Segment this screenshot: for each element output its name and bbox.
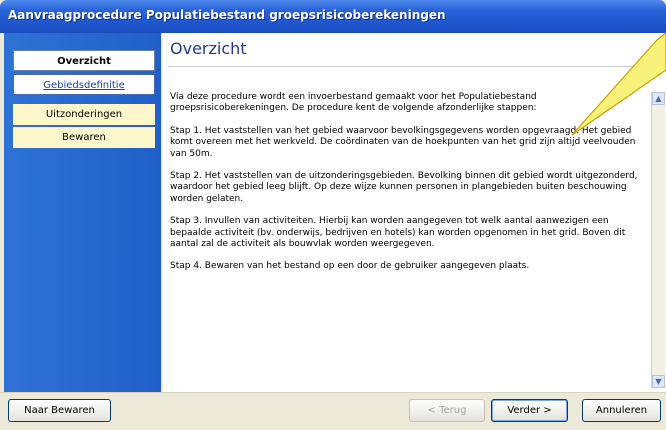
divider (168, 66, 666, 67)
description-text: Via deze procedure wordt een invoerbesta… (170, 92, 650, 284)
verder-button[interactable]: Verder > (491, 399, 568, 422)
sidebar-item-bewaren[interactable]: Bewaren (13, 127, 155, 148)
step-1-paragraph: Stap 1. Het vaststellen van het gebied w… (170, 125, 636, 159)
intro-paragraph: Via deze procedure wordt een invoerbesta… (170, 92, 537, 114)
title-bar[interactable]: Aanvraagprocedure Populatiebestand groep… (0, 0, 666, 33)
scroll-down-icon[interactable]: ▼ (652, 375, 665, 388)
annuleren-button[interactable]: Annuleren (582, 399, 661, 422)
step-3-paragraph: Stap 3. Invullen van activiteiten. Hierb… (170, 216, 626, 250)
vertical-scrollbar[interactable]: ▲ ▼ (651, 92, 665, 388)
terug-button[interactable]: < Terug (409, 399, 485, 422)
scroll-up-icon[interactable]: ▲ (652, 92, 665, 105)
sidebar-item-gebiedsdefinitie[interactable]: Gebiedsdefinitie (13, 74, 155, 95)
step-2-paragraph: Stap 2. Het vaststellen van de uitzonder… (170, 171, 638, 204)
sidebar-item-uitzonderingen[interactable]: Uitzonderingen (13, 104, 155, 125)
page-title: Overzicht (170, 39, 247, 58)
window-title: Aanvraagprocedure Populatiebestand groep… (8, 8, 446, 22)
step-4-paragraph: Stap 4. Bewaren van het bestand op een d… (170, 261, 530, 272)
sidebar-item-overzicht[interactable]: Overzicht (13, 50, 155, 71)
naar-bewaren-button[interactable]: Naar Bewaren (8, 399, 111, 422)
dialog-window: Aanvraagprocedure Populatiebestand groep… (0, 0, 666, 430)
